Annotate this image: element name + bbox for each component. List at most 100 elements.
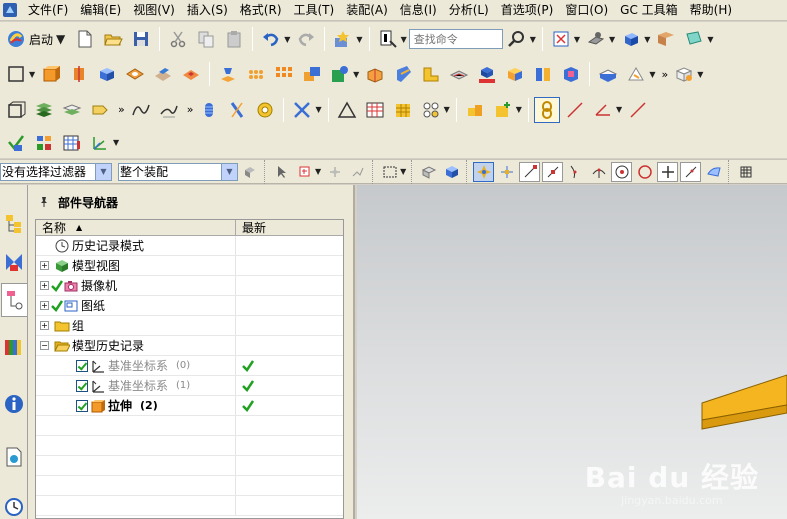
intersection-button[interactable] <box>588 162 609 182</box>
copy-button[interactable] <box>193 26 219 52</box>
control-point-button[interactable] <box>565 162 586 182</box>
chevron-down-icon[interactable]: ▼ <box>95 163 111 180</box>
thicken-button[interactable] <box>595 61 621 87</box>
spring-button[interactable] <box>196 97 222 123</box>
chevron-down-icon[interactable]: ▼ <box>56 32 65 46</box>
rectangle-select-button[interactable] <box>379 162 400 182</box>
chevron-down-icon[interactable]: ▼ <box>353 70 359 79</box>
sketch-button[interactable] <box>3 61 29 87</box>
gear-button[interactable] <box>224 97 250 123</box>
selection-filter-button[interactable] <box>239 162 260 182</box>
surface-button[interactable] <box>156 97 182 123</box>
constraint-navigator-tab[interactable] <box>1 245 27 279</box>
draft-button[interactable] <box>558 61 584 87</box>
select-bodies-button[interactable] <box>441 162 462 182</box>
quadrant-point-button[interactable] <box>634 162 655 182</box>
csys-button[interactable] <box>3 97 29 123</box>
tree-row-model-views[interactable]: + 模型视图 <box>36 256 343 276</box>
repeat-command-button[interactable] <box>330 26 356 52</box>
menu-information[interactable]: 信息(I) <box>394 0 443 21</box>
line-2-button[interactable] <box>625 97 651 123</box>
offset-face-button[interactable] <box>446 61 472 87</box>
chevron-down-icon[interactable]: ▼ <box>284 35 290 44</box>
weld-button[interactable] <box>289 97 315 123</box>
menu-file[interactable]: 文件(F) <box>22 0 74 21</box>
trim-body-button[interactable] <box>502 61 528 87</box>
graphics-window[interactable]: Bai du 经验 jingyan.baidu.com <box>357 185 787 519</box>
chevron-down-icon[interactable]: ▼ <box>609 35 615 44</box>
point-on-face-button[interactable] <box>703 162 724 182</box>
bearing-button[interactable] <box>252 97 278 123</box>
menu-insert[interactable]: 插入(S) <box>181 0 234 21</box>
chevron-down-icon[interactable]: ▼ <box>644 35 650 44</box>
cut-button[interactable] <box>165 26 191 52</box>
chevron-down-icon[interactable]: ▼ <box>29 70 35 79</box>
chevron-down-icon[interactable]: ▼ <box>400 167 406 176</box>
tree-row-cameras[interactable]: + 摄像机 <box>36 276 343 296</box>
chevron-down-icon[interactable]: ▼ <box>516 105 522 114</box>
column-header-name[interactable]: 名称 ▲ <box>36 220 236 235</box>
chain-button[interactable] <box>347 162 368 182</box>
chevron-down-icon[interactable]: ▼ <box>356 35 362 44</box>
layer-settings-button[interactable] <box>31 97 57 123</box>
chevron-down-icon[interactable]: ▼ <box>113 138 119 147</box>
menu-tools[interactable]: 工具(T) <box>288 0 341 21</box>
new-button[interactable] <box>72 26 98 52</box>
menu-window[interactable]: 窗口(O) <box>559 0 614 21</box>
chevron-down-icon[interactable]: ▼ <box>697 70 703 79</box>
table-button[interactable] <box>362 97 388 123</box>
bounded-plane-button[interactable] <box>623 61 649 87</box>
extrude-button[interactable] <box>38 61 64 87</box>
render-style-button[interactable] <box>583 26 609 52</box>
tree-row-extrude-2[interactable]: 拉伸 (2) <box>36 396 343 416</box>
menu-edit[interactable]: 编辑(E) <box>74 0 127 21</box>
chevron-down-icon[interactable]: ▼ <box>707 35 713 44</box>
assembly-navigator-tab[interactable] <box>1 207 27 241</box>
spreadsheet-button[interactable] <box>59 130 85 156</box>
visibility-checkbox[interactable] <box>76 399 88 412</box>
curve-button[interactable] <box>128 97 154 123</box>
more-tools-icon[interactable]: » <box>661 68 668 81</box>
chevron-down-icon[interactable]: ▼ <box>401 35 407 44</box>
move-to-layer-button[interactable] <box>59 97 85 123</box>
split-body-button[interactable] <box>530 61 556 87</box>
tree-row-datum-csys-0[interactable]: 基准坐标系 (0) <box>36 356 343 376</box>
collapse-icon[interactable]: − <box>40 341 49 350</box>
arc-center-button[interactable] <box>611 161 633 182</box>
part-navigator-tab[interactable] <box>1 283 27 317</box>
menu-analysis[interactable]: 分析(L) <box>443 0 495 21</box>
triangle-button[interactable] <box>334 97 360 123</box>
chevron-down-icon[interactable]: ▼ <box>315 105 321 114</box>
reuse-library-tab[interactable] <box>1 330 27 364</box>
add-component-button[interactable] <box>490 97 516 123</box>
reuse-library-button[interactable] <box>418 97 444 123</box>
unite-button[interactable] <box>299 61 325 87</box>
existing-point-button[interactable] <box>657 161 679 182</box>
chevron-down-icon[interactable]: ▼ <box>616 105 622 114</box>
tree-row-groups[interactable]: + 组 <box>36 316 343 336</box>
information-button[interactable] <box>375 26 401 52</box>
hole-button[interactable] <box>122 61 148 87</box>
pin-icon[interactable] <box>38 196 50 208</box>
chamfer-button[interactable] <box>390 61 416 87</box>
fit-button[interactable] <box>548 26 574 52</box>
structure-button[interactable] <box>31 130 57 156</box>
tag-button[interactable] <box>87 97 113 123</box>
shell-button[interactable] <box>418 61 444 87</box>
menu-gc-toolbox[interactable]: GC 工具箱 <box>614 0 684 21</box>
chevron-down-icon[interactable]: ▼ <box>221 163 237 180</box>
tree-row-model-history[interactable]: − 模型历史记录 <box>36 336 343 356</box>
chevron-down-icon[interactable]: ▼ <box>444 105 450 114</box>
background-button[interactable] <box>653 26 679 52</box>
visibility-checkbox[interactable] <box>76 359 88 372</box>
web-browser-tab[interactable] <box>1 440 27 474</box>
pattern-button[interactable] <box>271 61 297 87</box>
save-button[interactable] <box>128 26 154 52</box>
command-finder-button[interactable] <box>504 26 530 52</box>
feature-point-button[interactable] <box>324 162 345 182</box>
command-finder-input[interactable] <box>408 29 503 49</box>
section-view-button[interactable] <box>681 26 707 52</box>
chevron-down-icon[interactable]: ▼ <box>315 167 321 176</box>
tree-row-drawings[interactable]: + 图纸 <box>36 296 343 316</box>
subtract-button[interactable] <box>327 61 353 87</box>
